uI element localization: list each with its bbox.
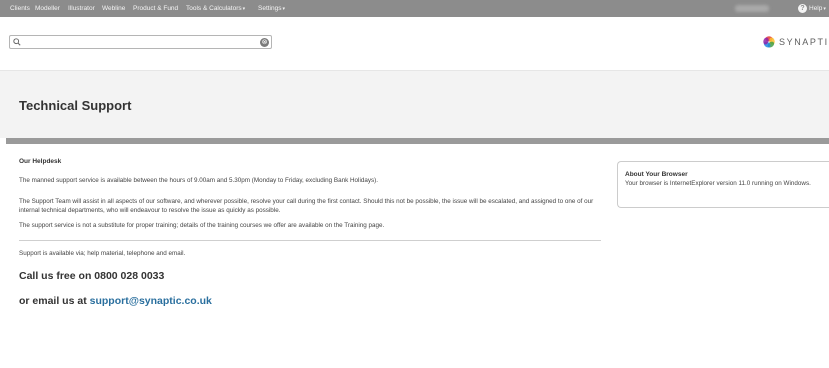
search-box[interactable]: ⊗ [9, 35, 272, 49]
nav-item-modeller[interactable]: Modeller [35, 0, 60, 17]
nav-item-webline[interactable]: Webline [102, 0, 125, 17]
help-icon[interactable]: ? [798, 4, 807, 13]
help-label: Help [809, 5, 823, 12]
nav-item-tools-calculators[interactable]: Tools & Calculators▾ [186, 0, 245, 17]
chevron-down-icon: ▾ [242, 6, 246, 12]
support-channels-text: Support is available via; help material,… [19, 250, 186, 257]
nav-item-tools-label: Tools & Calculators [186, 5, 242, 12]
support-email-link[interactable]: support@synaptic.co.uk [90, 295, 212, 307]
helpdesk-team-text: The Support Team will assist in all aspe… [19, 198, 594, 214]
content-divider [19, 240, 601, 241]
top-nav-bar: Clients Modeller Illustrator Webline Pro… [0, 0, 829, 17]
page-title-band: Technical Support [0, 70, 829, 138]
helpdesk-heading: Our Helpdesk [19, 158, 62, 165]
nav-item-product-fund[interactable]: Product & Fund [133, 0, 178, 17]
page-title: Technical Support [19, 98, 132, 113]
search-icon [13, 38, 21, 46]
nav-item-settings-label: Settings [258, 5, 282, 12]
helpdesk-hours-text: The manned support service is available … [19, 177, 379, 184]
nav-item-settings[interactable]: Settings▾ [258, 0, 285, 17]
phone-number-text: Call us free on 0800 028 0033 [19, 270, 165, 282]
nav-item-illustrator[interactable]: Illustrator [68, 0, 95, 17]
search-bar-row: ⊗ SYNAPTIC [0, 17, 829, 70]
user-name-redacted[interactable] [735, 5, 769, 12]
browser-panel-title: About Your Browser [625, 171, 688, 178]
main-content: Our Helpdesk The manned support service … [0, 144, 829, 368]
browser-info-text: Your browser is InternetExplorer version… [625, 180, 811, 187]
email-prefix-text: or email us at [19, 295, 87, 307]
chevron-down-icon: ▾ [282, 6, 286, 12]
helpdesk-training-text: The support service is not a substitute … [19, 222, 385, 229]
synaptic-logo-icon [763, 36, 775, 48]
nav-item-clients[interactable]: Clients [10, 0, 30, 17]
search-input[interactable] [24, 37, 254, 47]
synaptic-logo-text: SYNAPTIC [779, 37, 829, 47]
about-browser-panel: About Your Browser Your browser is Inter… [617, 161, 829, 208]
email-line: or email us at support@synaptic.co.uk [19, 295, 212, 307]
help-menu[interactable]: Help▾ [809, 0, 826, 17]
clear-search-icon[interactable]: ⊗ [260, 38, 269, 47]
chevron-down-icon: ▾ [823, 6, 826, 12]
